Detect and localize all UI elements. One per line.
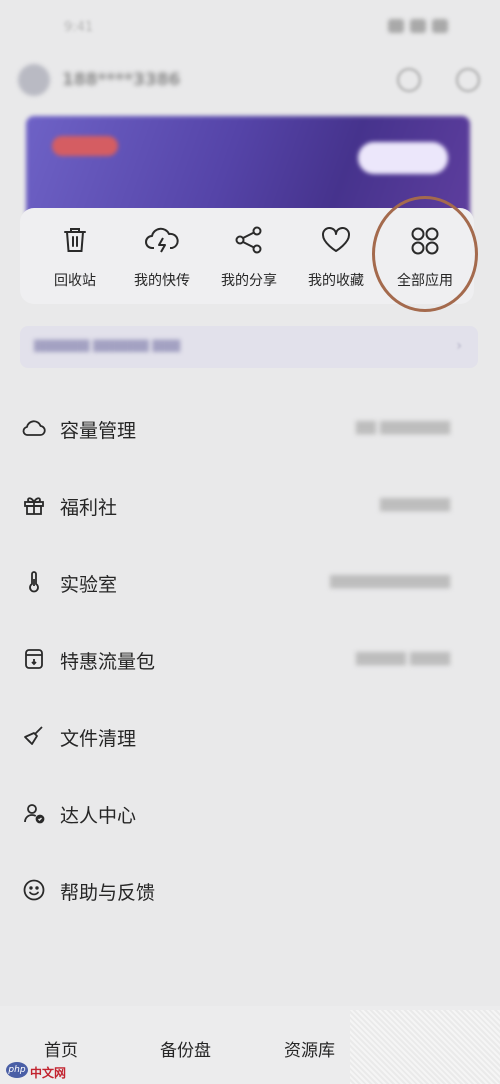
cloud-lightning-icon xyxy=(145,227,179,253)
quick-item-fast-transfer[interactable]: 我的快传 xyxy=(117,208,207,304)
quick-label: 我的快传 xyxy=(134,273,190,289)
status-bar: 9:41 xyxy=(0,0,500,50)
highlight-circle xyxy=(372,196,478,312)
data-pack-icon xyxy=(25,649,43,669)
profile-row[interactable]: 188****3386 xyxy=(18,62,488,98)
watermark-pattern xyxy=(350,1010,500,1084)
username: 188****3386 xyxy=(62,70,181,90)
status-time: 9:41 xyxy=(64,20,94,35)
menu-item-storage[interactable]: 容量管理 ▇▇ ▇▇▇▇▇▇▇ xyxy=(0,400,500,456)
quick-label: 回收站 xyxy=(54,273,96,289)
profile-actions xyxy=(367,68,480,96)
quick-label: 我的收藏 xyxy=(308,273,364,289)
menu-item-expert-center[interactable]: 达人中心 xyxy=(0,785,500,841)
banner-button[interactable] xyxy=(358,142,448,174)
broom-icon xyxy=(24,726,43,745)
menu-label: 帮助与反馈 xyxy=(60,882,156,904)
status-icons xyxy=(382,18,452,34)
menu-detail: ▇▇▇▇▇▇▇▇▇▇▇▇ xyxy=(330,574,450,589)
menu-detail: ▇▇▇▇▇▇▇ xyxy=(380,497,450,512)
avatar[interactable] xyxy=(18,64,50,96)
smile-icon xyxy=(23,879,45,901)
menu-item-lab[interactable]: 实验室 ▇▇▇▇▇▇▇▇▇▇▇▇ xyxy=(0,554,500,610)
scan-icon[interactable] xyxy=(396,68,421,92)
watermark-text: 中文网 xyxy=(30,1066,67,1080)
menu-label: 容量管理 xyxy=(60,420,137,442)
menu-detail: ▇▇ ▇▇▇▇▇▇▇ xyxy=(355,420,450,435)
menu-label: 达人中心 xyxy=(60,805,137,827)
menu-label: 福利社 xyxy=(60,497,118,519)
quick-label: 我的分享 xyxy=(221,273,277,289)
nav-resources[interactable]: 资源库 xyxy=(284,1036,335,1061)
menu-label: 特惠流量包 xyxy=(60,651,156,673)
heart-icon xyxy=(322,227,350,252)
chevron-right-icon: › xyxy=(456,338,462,354)
menu-item-help-feedback[interactable]: 帮助与反馈 xyxy=(0,862,500,918)
thermometer-icon xyxy=(29,571,39,593)
promo-text: ▇▇▇▇▇▇ ▇▇▇▇▇▇ ▇▇▇ xyxy=(34,338,181,352)
settings-icon[interactable] xyxy=(456,68,480,92)
quick-item-favorites[interactable]: 我的收藏 xyxy=(291,208,381,304)
php-logo: php xyxy=(6,1062,28,1078)
trash-icon xyxy=(64,228,86,252)
quick-item-my-shares[interactable]: 我的分享 xyxy=(204,208,294,304)
banner-tag xyxy=(52,136,118,156)
nav-backup[interactable]: 备份盘 xyxy=(160,1036,211,1061)
gift-icon xyxy=(24,497,44,515)
menu-label: 实验室 xyxy=(60,574,118,596)
user-badge-icon xyxy=(24,804,45,824)
nav-home[interactable]: 首页 xyxy=(44,1036,78,1061)
share-icon xyxy=(235,226,262,254)
menu-item-welfare[interactable]: 福利社 ▇▇▇▇▇▇▇ xyxy=(0,477,500,533)
menu-detail: ▇▇▇▇▇ ▇▇▇▇ xyxy=(355,651,450,666)
cloud-icon xyxy=(22,420,46,436)
menu-label: 文件清理 xyxy=(60,728,137,750)
quick-item-recycle-bin[interactable]: 回收站 xyxy=(30,208,120,304)
menu-item-file-cleanup[interactable]: 文件清理 xyxy=(0,708,500,764)
menu-item-data-pack[interactable]: 特惠流量包 ▇▇▇▇▇ ▇▇▇▇ xyxy=(0,631,500,687)
promo-bar[interactable]: ▇▇▇▇▇▇ ▇▇▇▇▇▇ ▇▇▇ › xyxy=(20,326,478,368)
